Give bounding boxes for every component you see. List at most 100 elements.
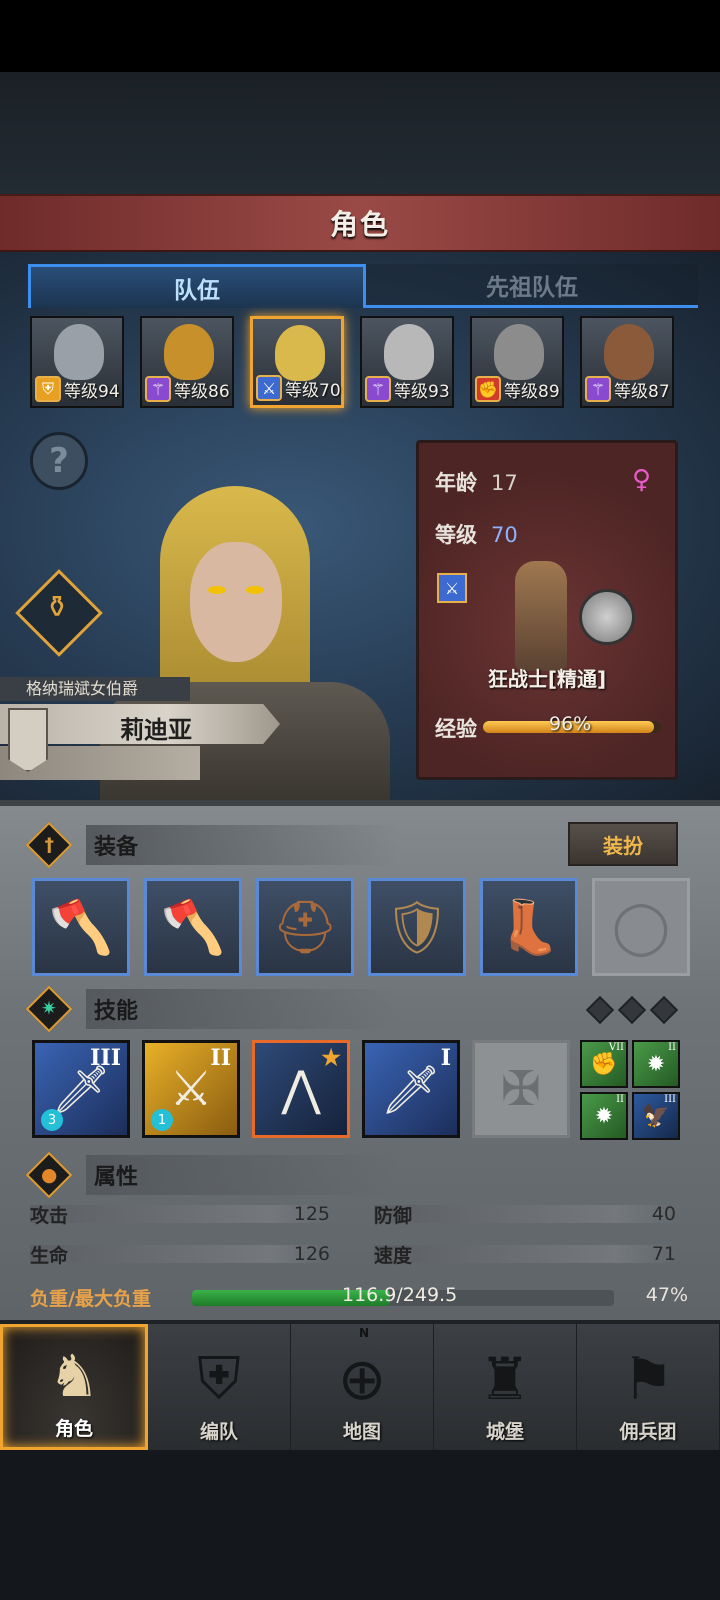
page-title: 角色	[329, 208, 390, 241]
portrait-elf-icon	[164, 324, 214, 380]
member-level: 等级89	[504, 382, 560, 402]
stat-bar	[374, 1205, 676, 1223]
attributes-label: 属性	[86, 1155, 399, 1195]
dagger-icon: †	[25, 821, 73, 869]
skill-slot-empty[interactable]: ✠	[472, 1040, 570, 1138]
exp-percent: 96%	[549, 713, 592, 735]
diamond-icon	[617, 995, 647, 1025]
portrait-grayhair-icon	[384, 324, 434, 380]
boots-icon: 👢	[496, 897, 562, 958]
dress-up-button[interactable]: 装扮	[568, 822, 678, 866]
weapon-slot-1[interactable]: 🪓	[32, 878, 130, 976]
party-member-6[interactable]: ⚚ 等级87	[580, 316, 674, 408]
helmet-slot[interactable]: ⛑	[256, 878, 354, 976]
helmet-icon: ⛑	[271, 897, 338, 958]
eagle-mini-icon: 🦅	[642, 1103, 670, 1129]
staff-icon: ⚚	[585, 376, 611, 402]
passive-skill-1[interactable]: ✊ VII	[580, 1040, 628, 1088]
passive-skill-3[interactable]: ✹ II	[580, 1092, 628, 1140]
party-member-2[interactable]: ⚚ 等级86	[140, 316, 234, 408]
portrait-armored-icon	[54, 324, 104, 380]
skill-rank: II	[668, 1042, 676, 1053]
hero-name[interactable]: 莉迪亚	[120, 710, 192, 745]
stat-attack: 攻击 125	[30, 1202, 330, 1227]
boots-slot[interactable]: 👢	[480, 878, 578, 976]
skill-rank: II	[616, 1094, 624, 1105]
skill-4[interactable]: 🗡 I	[362, 1040, 460, 1138]
bottom-area	[0, 1450, 720, 1600]
passive-skill-4[interactable]: 🦅 III	[632, 1092, 680, 1140]
portrait-brunette-icon	[604, 324, 654, 380]
burst-mini-icon: ✹	[594, 1103, 614, 1129]
burst-mini-icon: ✹	[646, 1051, 666, 1077]
mercenary-icon: ⚑	[622, 1345, 674, 1413]
party-member-3[interactable]: ⚔ 等级70	[250, 316, 344, 408]
nav-formation[interactable]: ⛨ 编队	[148, 1324, 291, 1450]
cross-icon: ✠	[500, 1061, 542, 1117]
castle-icon: ♜	[479, 1345, 531, 1413]
nav-castle[interactable]: ♜ 城堡	[434, 1324, 577, 1450]
claw-slash-icon: ⋀	[281, 1061, 321, 1117]
nav-label: 佣兵团	[619, 1421, 677, 1443]
shield-icon: ⛨	[35, 376, 61, 402]
stat-bar	[30, 1245, 330, 1263]
axe-icon	[579, 589, 635, 645]
member-level: 等级93	[394, 382, 450, 402]
header-bar: 角色	[0, 194, 720, 252]
member-level: 等级87	[614, 382, 670, 402]
stat-label: 防御	[374, 1204, 413, 1227]
nav-character[interactable]: ♞ 角色	[0, 1324, 148, 1450]
top-background	[0, 72, 720, 194]
weapon-slot-2[interactable]: 🪓	[144, 878, 242, 976]
details-panel: † 装备 装扮 🪓 🪓 ⛑ 🛡 👢 ◯ ✷ 技能 🗡 III 3 ⚔ II 1 …	[0, 800, 720, 1320]
ring-slot[interactable]: ◯	[592, 878, 690, 976]
skill-rank: III	[90, 1045, 121, 1071]
diamond-icon	[649, 995, 679, 1025]
hero-eye-right	[246, 586, 264, 594]
sword-class-icon: ⚔	[437, 573, 467, 603]
exp-label: 经验	[435, 717, 477, 741]
passive-skill-2[interactable]: ✹ II	[632, 1040, 680, 1088]
portrait-blonde-icon	[275, 325, 325, 381]
level-label: 等级	[435, 523, 477, 547]
stat-value: 126	[293, 1243, 330, 1265]
age-row: 年龄 17	[435, 467, 518, 497]
compass-map-icon: ⊕	[337, 1345, 387, 1413]
stat-defense: 防御 40	[374, 1202, 676, 1227]
load-value: 116.9/249.5	[342, 1284, 458, 1306]
axe-icon: 🪓	[160, 897, 226, 958]
skill-count: 3	[41, 1109, 63, 1131]
bottom-nav: ♞ 角色 ⛨ 编队 N ⊕ 地图 ♜ 城堡 ⚑ 佣兵团	[0, 1320, 720, 1450]
skill-slot-indicators	[585, 995, 679, 1025]
party-member-4[interactable]: ⚚ 等级93	[360, 316, 454, 408]
skill-1[interactable]: 🗡 III 3	[32, 1040, 130, 1138]
skill-slots: 🗡 III 3 ⚔ II 1 ⋀ ★ 🗡 I ✠	[32, 1040, 570, 1138]
tab-team[interactable]: 队伍	[28, 264, 366, 308]
stat-bar	[374, 1245, 676, 1263]
party-member-1[interactable]: ⛨ 等级94	[30, 316, 124, 408]
class-name[interactable]: 狂战士[精通]	[419, 663, 675, 692]
equipment-label: 装备	[86, 825, 399, 865]
skill-rank: VII	[608, 1042, 624, 1053]
formation-icon: ⛨	[197, 1344, 241, 1412]
armor-slot[interactable]: 🛡	[368, 878, 466, 976]
hero-title: 格纳瑞斌女伯爵	[0, 677, 190, 701]
stat-speed: 速度 71	[374, 1242, 676, 1267]
member-level: 等级70	[285, 381, 341, 401]
hero-face	[190, 542, 282, 662]
hero-eye-left	[208, 586, 226, 594]
status-bar-area	[0, 0, 720, 72]
skill-3[interactable]: ⋀ ★	[252, 1040, 350, 1138]
nav-mercenary[interactable]: ⚑ 佣兵团	[577, 1324, 720, 1450]
nav-map[interactable]: N ⊕ 地图	[291, 1324, 434, 1450]
staff-icon: ⚚	[145, 376, 171, 402]
attributes-header: ● 属性	[25, 1151, 696, 1199]
party-member-5[interactable]: ✊ 等级89	[470, 316, 564, 408]
tab-ancestor-team[interactable]: 先祖队伍	[366, 264, 698, 308]
member-level: 等级94	[64, 382, 120, 402]
skill-2[interactable]: ⚔ II 1	[142, 1040, 240, 1138]
knight-icon: ♞	[48, 1342, 100, 1410]
skill-rank: III	[664, 1094, 676, 1105]
level-value: 70	[491, 523, 518, 547]
skill-star: ★	[321, 1045, 341, 1071]
